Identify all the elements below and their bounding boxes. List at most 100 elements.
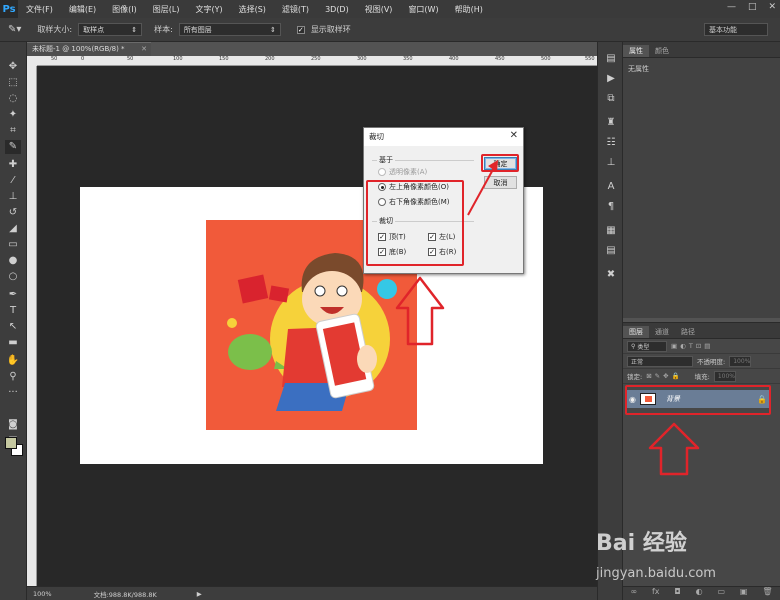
adjustment-icon[interactable]: ◐: [696, 587, 703, 600]
dodge-tool-icon[interactable]: ○: [5, 270, 21, 284]
properties-tabs: 属性 颜色: [623, 42, 780, 58]
path-select-icon[interactable]: ↖: [5, 320, 21, 334]
crop-tool-icon[interactable]: ⌗: [5, 124, 21, 138]
tool-presets-icon[interactable]: ✖: [603, 268, 619, 282]
menu-file[interactable]: 文件(F): [18, 4, 61, 15]
blend-mode-select[interactable]: 正常: [627, 355, 693, 367]
radio-transparent[interactable]: 透明像素(A): [378, 167, 427, 177]
window-controls: — □ ✕: [727, 2, 776, 12]
workspace-select[interactable]: 基本功能: [704, 23, 768, 36]
menu-type[interactable]: 文字(Y): [187, 4, 230, 15]
menu-3d[interactable]: 3D(D): [317, 5, 357, 14]
styles-icon[interactable]: ▦: [603, 224, 619, 238]
layers-bottom-bar: ∞ fx ◘ ◐ ▭ ▣ 🗑: [623, 586, 780, 600]
hand-tool-icon[interactable]: ✋: [5, 354, 21, 368]
character-icon[interactable]: A: [603, 180, 619, 194]
gradient-tool-icon[interactable]: ▭: [5, 238, 21, 252]
tab-color[interactable]: 颜色: [649, 45, 675, 57]
quick-mask-icon[interactable]: ◙: [5, 418, 21, 432]
pen-tool-icon[interactable]: ✒: [5, 288, 21, 302]
tab-channels[interactable]: 通道: [649, 326, 675, 338]
updown-icon: ⇕: [131, 25, 138, 34]
group-icon[interactable]: ▭: [717, 587, 725, 600]
dialog-close-icon[interactable]: ✕: [510, 130, 518, 141]
search-icon: ⚲: [631, 342, 636, 350]
move-tool-icon[interactable]: ✥: [5, 60, 21, 74]
menu-bar: Ps 文件(F) 编辑(E) 图像(I) 图层(L) 文字(Y) 选择(S) 滤…: [0, 0, 780, 18]
notes-icon[interactable]: ▤: [603, 244, 619, 258]
menu-view[interactable]: 视图(V): [357, 4, 401, 15]
document-tab[interactable]: 未标题-1 @ 100%(RGB/8) * ✕: [27, 42, 151, 56]
brush-panel-icon[interactable]: ☷: [603, 136, 619, 150]
sample-select[interactable]: 所有图层 ⇕: [178, 23, 281, 36]
close-tab-icon[interactable]: ✕: [141, 43, 147, 56]
dialog-title: 裁切: [364, 128, 523, 146]
opacity-field[interactable]: 100%: [729, 355, 752, 367]
healing-brush-icon[interactable]: ✚: [5, 158, 21, 172]
ruler-label: 200: [265, 56, 275, 62]
eyedropper-tool-icon[interactable]: ✎: [5, 140, 21, 154]
baidu-watermark-logo: Bai 经验: [596, 531, 687, 556]
brush-tool-icon[interactable]: ⁄: [5, 174, 21, 188]
fill-field[interactable]: 100%: [713, 370, 736, 382]
brush-preset-icon[interactable]: ♜: [603, 116, 619, 130]
annotation-box-layer: [625, 385, 771, 415]
lasso-tool-icon[interactable]: ◌: [5, 92, 21, 106]
close-button[interactable]: ✕: [768, 2, 776, 12]
trash-icon[interactable]: 🗑: [762, 587, 772, 600]
doc-size-info[interactable]: 文档:988.8K/988.8K: [94, 589, 157, 599]
mask-icon[interactable]: ◘: [674, 587, 680, 600]
status-bar: 100% 文档:988.8K/988.8K ▶: [27, 586, 597, 600]
horizontal-ruler: 50 0 50 100 150 200 250 300 350 400 450 …: [37, 56, 597, 66]
link-icon[interactable]: ∞: [630, 587, 637, 600]
type-tool-icon[interactable]: T: [5, 304, 21, 318]
new-layer-icon[interactable]: ▣: [740, 587, 748, 600]
properties-content: 无属性: [628, 65, 649, 73]
foreground-color-swatch[interactable]: [5, 437, 17, 449]
sample-size-select[interactable]: 取样点 ⇕: [78, 23, 143, 36]
menu-select[interactable]: 选择(S): [231, 4, 274, 15]
menu-layer[interactable]: 图层(L): [145, 4, 188, 15]
ruler-label: 150: [219, 56, 229, 62]
history-brush-icon[interactable]: ↺: [5, 206, 21, 220]
tab-layers[interactable]: 图层: [623, 326, 649, 338]
tab-properties[interactable]: 属性: [623, 45, 649, 57]
clone-source-icon[interactable]: ⊥: [603, 156, 619, 170]
filter-icons[interactable]: ▣◐T⊡▤: [671, 342, 713, 350]
eraser-tool-icon[interactable]: ◢: [5, 222, 21, 236]
updown-icon: ⇕: [269, 25, 276, 34]
marquee-tool-icon[interactable]: ⬚: [5, 76, 21, 90]
sample-label: 样本:: [154, 25, 173, 34]
menu-edit[interactable]: 编辑(E): [61, 4, 104, 15]
magic-wand-icon[interactable]: ✦: [5, 108, 21, 122]
menu-window[interactable]: 窗口(W): [400, 4, 446, 15]
history-icon[interactable]: ▤: [603, 52, 619, 66]
actions-icon[interactable]: ▶: [603, 72, 619, 86]
panel-icon-strip: ▤ ▶ ⧉ ♜ ☷ ⊥ A ¶ ▦ ▤ ✖: [597, 42, 623, 600]
filter-kind-select[interactable]: ⚲ 类型: [627, 340, 667, 352]
sample-size-value: 取样点: [83, 25, 105, 34]
fx-icon[interactable]: fx: [652, 587, 660, 600]
more-tools-icon[interactable]: ···: [5, 386, 21, 400]
tab-paths[interactable]: 路径: [675, 326, 701, 338]
cancel-button[interactable]: 取消: [484, 176, 517, 189]
blur-tool-icon[interactable]: ●: [5, 254, 21, 268]
eyedropper-icon[interactable]: ✎▾: [8, 24, 21, 35]
zoom-level[interactable]: 100%: [33, 590, 52, 598]
adjust-icon[interactable]: ⧉: [603, 92, 619, 106]
menu-image[interactable]: 图像(I): [104, 4, 145, 15]
yellow-dot: [227, 318, 237, 328]
green-bubble: [228, 334, 272, 370]
minimize-button[interactable]: —: [727, 2, 736, 12]
paragraph-icon[interactable]: ¶: [603, 200, 619, 214]
layers-tabs: 图层 通道 路径: [623, 323, 780, 339]
clone-stamp-icon[interactable]: ⊥: [5, 190, 21, 204]
show-ring-checkbox[interactable]: ✓: [296, 25, 305, 34]
menu-filter[interactable]: 滤镜(T): [274, 4, 317, 15]
maximize-button[interactable]: □: [748, 2, 757, 12]
shape-tool-icon[interactable]: ▬: [5, 336, 21, 350]
zoom-tool-icon[interactable]: ⚲: [5, 370, 21, 384]
menu-help[interactable]: 帮助(H): [447, 4, 491, 15]
status-arrow-icon[interactable]: ▶: [197, 590, 202, 598]
lock-icons[interactable]: ⊠✎✥🔒: [646, 372, 682, 380]
